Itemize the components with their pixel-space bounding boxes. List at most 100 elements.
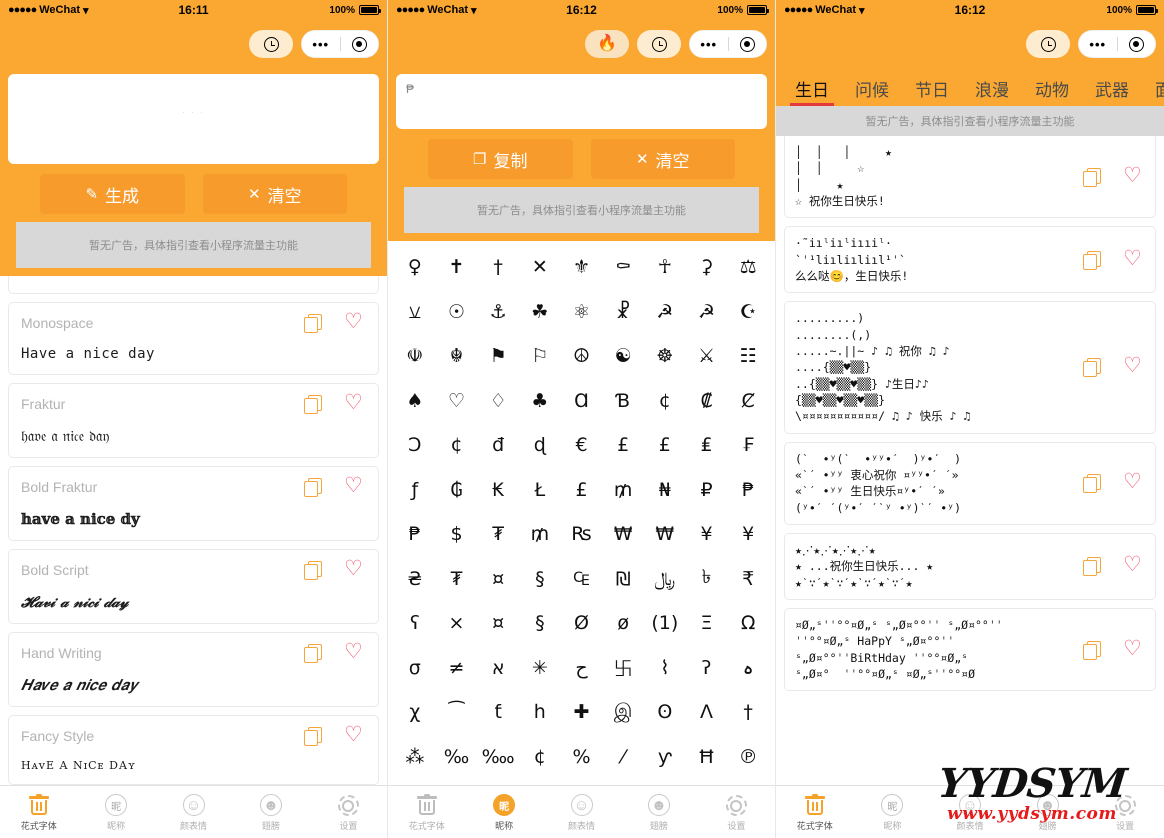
favorite-heart-icon[interactable]: ♡ [344, 724, 366, 746]
recent-miniprograms-button[interactable] [637, 30, 681, 58]
symbol-cell[interactable]: đ [477, 423, 519, 468]
symbol-cell[interactable]: ☧ [602, 290, 644, 335]
symbol-cell[interactable]: χ [394, 690, 436, 735]
symbol-cell[interactable]: ৳ [686, 557, 728, 602]
tabbar-item-3[interactable]: ☻ 翅膀 [1009, 792, 1087, 832]
symbol-cell[interactable]: † [477, 245, 519, 290]
font-card[interactable]: Bold Script ♡ 𝓗𝒶𝓋𝒾 𝒶 𝓃𝒾𝒸𝒾 𝒹𝒶𝓎 [8, 549, 379, 624]
symbol-cell[interactable]: ₥ [519, 512, 561, 557]
category-tabs[interactable]: 生日 问候 节日 浪漫 动物 武器面 [776, 68, 1164, 106]
more-menu-button[interactable]: ••• [302, 37, 340, 52]
symbol-cell[interactable]: ₨ [561, 512, 603, 557]
symbol-cell[interactable]: ☸ [644, 334, 686, 379]
font-card[interactable]: Hand Writing ♡ 𝑯𝒂𝒗𝒆 𝒂 𝒏𝒊𝒄𝒆 𝒅𝒂𝒚 [8, 632, 379, 707]
favorite-heart-icon[interactable]: ♡ [344, 392, 366, 414]
copy-icon[interactable] [304, 727, 322, 746]
capsule-menu[interactable]: ••• [301, 30, 379, 58]
symbol-cell[interactable]: א [477, 646, 519, 691]
symbol-cell[interactable]: ɖ [519, 423, 561, 468]
copy-icon[interactable] [1083, 358, 1101, 378]
symbol-cell[interactable]: Ʌ [686, 690, 728, 735]
symbol-cell[interactable]: ⁄ [602, 735, 644, 780]
symbol-cell[interactable]: ¥ [727, 512, 769, 557]
symbol-cell[interactable]: ¤ [477, 557, 519, 602]
symbol-cell[interactable]: Ω [727, 601, 769, 646]
symbol-cell[interactable]: ☭ [644, 290, 686, 335]
symbol-cell[interactable]: ♡ [436, 379, 478, 424]
symbol-cell[interactable]: ⚛ [561, 290, 603, 335]
copy-icon[interactable] [304, 395, 322, 414]
ad-placeholder[interactable]: 暂无广告，具体指引查看小程序流量主功能 [16, 222, 371, 268]
symbol-cell[interactable]: ♣ [519, 379, 561, 424]
symbol-cell[interactable]: ☯ [602, 334, 644, 379]
symbol-cell[interactable]: ₣ [727, 423, 769, 468]
recent-miniprograms-button[interactable] [249, 30, 293, 58]
favorite-heart-icon[interactable]: ♡ [1123, 248, 1145, 270]
symbol-cell[interactable]: Ξ [686, 601, 728, 646]
symbol-cell[interactable]: ✝ [436, 245, 478, 290]
favorite-heart-icon[interactable]: ♡ [1123, 638, 1145, 660]
symbol-cell[interactable]: § [519, 557, 561, 602]
symbol-cell[interactable]: ♠ [394, 379, 436, 424]
tabbar-item-1[interactable]: 昵昵称 [465, 792, 542, 832]
capsule-menu[interactable]: ••• [689, 30, 767, 58]
symbol-cell[interactable]: ¢ [644, 379, 686, 424]
font-card[interactable]: Fraktur ♡ 𝔥𝔞𝔳𝔢 𝔞 𝔫𝔦𝔠𝔢 𝔡𝔞𝔶 [8, 383, 379, 458]
symbol-cell[interactable]: ℗ [727, 735, 769, 780]
symbol-cell[interactable]: ﷼ [644, 557, 686, 602]
favorite-heart-icon[interactable]: ♡ [1123, 554, 1145, 576]
tabbar-item-2[interactable]: ☺ 颜表情 [543, 792, 620, 832]
symbol-cell[interactable]: ƴ [644, 735, 686, 780]
symbol-cell[interactable]: Ȼ [727, 379, 769, 424]
symbol-cell[interactable]: ₹ [727, 557, 769, 602]
symbol-cell[interactable]: ✚ [561, 690, 603, 735]
favorite-heart-icon[interactable]: ♡ [1123, 355, 1145, 377]
symbol-cell[interactable]: ☉ [436, 290, 478, 335]
symbol-cell[interactable]: ¤ [477, 601, 519, 646]
recent-miniprograms-button[interactable] [1026, 30, 1070, 58]
symbol-cell[interactable]: ₩ [602, 512, 644, 557]
symbol-cell[interactable]: £ [602, 423, 644, 468]
favorite-heart-icon[interactable]: ♡ [1123, 165, 1145, 187]
symbol-cell[interactable]: ʘ [644, 690, 686, 735]
copy-icon[interactable] [304, 478, 322, 497]
text-input[interactable]: · · · [8, 74, 379, 164]
symbol-cell[interactable]: ‱ [477, 735, 519, 780]
clear-button[interactable]: ✕ 清空 [590, 139, 735, 179]
symbol-cell[interactable]: ₠ [561, 557, 603, 602]
copy-icon[interactable] [1083, 167, 1101, 187]
symbol-cell[interactable]: × [436, 601, 478, 646]
symbol-cell[interactable]: € [561, 423, 603, 468]
symbol-cell[interactable]: ✳ [519, 646, 561, 691]
symbol-cell[interactable]: ♀ [394, 245, 436, 290]
copy-icon[interactable] [304, 561, 322, 580]
symbol-cell[interactable]: ¥ [686, 512, 728, 557]
category-tab-2[interactable]: 节日 [902, 70, 962, 106]
symbol-cell[interactable]: ƒ [394, 468, 436, 513]
symbol-cell[interactable]: ⚜ [561, 245, 603, 290]
symbol-cell[interactable]: ⚐ [519, 334, 561, 379]
symbol-cell[interactable]: ƭ [477, 690, 519, 735]
symbol-cell[interactable]: ⚔ [686, 334, 728, 379]
symbol-cell[interactable]: £ [644, 423, 686, 468]
copy-icon[interactable] [304, 644, 322, 663]
symbol-cell[interactable]: ☫ [394, 334, 436, 379]
copy-icon[interactable] [1083, 474, 1101, 494]
more-menu-button[interactable]: ••• [1079, 37, 1117, 52]
tabbar-item-4[interactable]: 设置 [310, 792, 387, 832]
ad-placeholder[interactable]: 暂无广告，具体指引查看小程序流量主功能 [404, 187, 759, 233]
ascii-art-card[interactable]: ★⋰★⋰★⋰★⋰★ ★ ...祝你生日快乐... ★ ★ˋ∵ˊ★ˋ∵ˊ★ˋ∵ˊ★… [784, 532, 1156, 600]
font-card[interactable]: Fancy Style ♡ HᴀᴠE A NɪCᴇ DAʏ [8, 715, 379, 785]
ad-placeholder[interactable]: 暂无广告，具体指引查看小程序流量主功能 [776, 106, 1164, 136]
symbol-cell[interactable]: ₽ [686, 468, 728, 513]
favorite-heart-icon[interactable]: ♡ [344, 475, 366, 497]
symbol-cell[interactable]: ₭ [477, 468, 519, 513]
bottom-tab-bar[interactable]: 花式字体 昵昵称 ☺ 颜表情 ☻ 翅膀 设置 [776, 785, 1164, 838]
symbol-cell[interactable]: ₲ [436, 468, 478, 513]
tabbar-item-4[interactable]: 设置 [1086, 792, 1164, 832]
bottom-tab-bar[interactable]: 花式字体 昵昵称 ☺ 颜表情 ☻ 翅膀 设置 [388, 785, 775, 838]
symbol-cell[interactable]: ₱ [727, 468, 769, 513]
tabbar-item-1[interactable]: 昵昵称 [854, 792, 932, 832]
copy-icon[interactable] [1083, 557, 1101, 577]
copy-button[interactable]: ❐ 复制 [428, 139, 573, 179]
